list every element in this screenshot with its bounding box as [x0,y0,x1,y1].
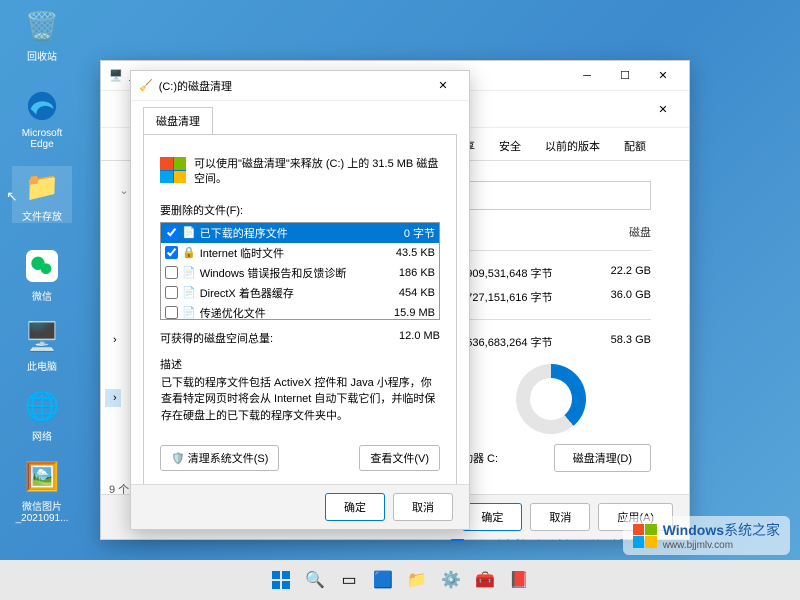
list-item[interactable]: 📄DirectX 着色器缓存454 KB [161,283,439,303]
file-list[interactable]: 📄已下载的程序文件0 字节 🔒Internet 临时文件43.5 KB 📄Win… [160,222,440,320]
tab-security[interactable]: 安全 [487,132,533,160]
desc-title: 描述 [160,356,440,372]
inner-close-button[interactable]: ✕ [645,97,681,121]
table-row: 38,727,151,616 字节36.0 GB [451,285,651,309]
sidebar-item[interactable]: › [105,331,121,349]
windows-logo-icon [160,157,186,183]
desktop-icon-wechat[interactable]: 微信 [12,246,72,303]
tab-previous[interactable]: 以前的版本 [533,132,612,160]
desktop-icon-folder[interactable]: 📁文件存放 [12,166,72,223]
dialog-title: 🧹(C:)的磁盘清理 [139,78,232,94]
maximize-button[interactable]: ☐ [607,64,643,88]
disk-cleanup-button[interactable]: 磁盘清理(D) [554,444,651,472]
gain-label: 可获得的磁盘空间总量: [160,330,273,346]
desktop-icon-image[interactable]: 🖼️微信图片_2021091... [12,456,72,524]
icon-label: 此电脑 [12,358,72,373]
search-icon[interactable]: 🔍 [301,566,329,594]
file-checkbox[interactable] [165,246,178,259]
cancel-button[interactable]: 取消 [530,503,590,531]
type-label: 磁盘 [451,224,651,240]
gain-value: 12.0 MB [399,330,440,346]
table-row: 62,636,683,264 字节58.3 GB [451,330,651,354]
app-icon[interactable]: 🧰 [471,566,499,594]
desktop-icon-edge[interactable]: Microsoft Edge [12,86,72,150]
tab-quota[interactable]: 配额 [612,132,658,160]
close-button[interactable]: ✕ [425,74,461,98]
ok-button[interactable]: 确定 [325,493,385,521]
cancel-button[interactable]: 取消 [393,493,453,521]
start-button[interactable] [267,566,295,594]
minimize-button[interactable]: ─ [569,64,605,88]
list-item[interactable]: 🔒Internet 临时文件43.5 KB [161,243,439,263]
table-row: 23,909,531,648 字节22.2 GB [451,261,651,285]
explorer-icon[interactable]: 📁 [403,566,431,594]
list-item[interactable]: 📄已下载的程序文件0 字节 [161,223,439,243]
hint-text: 可以使用"磁盘清理"来释放 (C:) 上的 31.5 MB 磁盘空间。 [194,157,440,188]
ok-button[interactable]: 确定 [462,503,522,531]
windows-logo-icon [633,524,657,548]
icon-label: Microsoft Edge [12,128,72,150]
icon-label: 微信 [12,288,72,303]
list-label: 要删除的文件(F): [160,202,440,218]
taskbar: 🔍 ▭ 🟦 📁 ⚙️ 🧰 📕 [0,560,800,600]
usage-donut-icon [516,364,586,434]
file-checkbox[interactable] [165,266,178,279]
icon-label: 网络 [12,428,72,443]
list-item[interactable]: 📄传递优化文件15.9 MB [161,303,439,320]
taskview-icon[interactable]: ▭ [335,566,363,594]
titlebar: 🧹(C:)的磁盘清理 ✕ [131,71,469,101]
volume-name-input[interactable] [451,181,651,210]
widgets-icon[interactable]: 🟦 [369,566,397,594]
list-item[interactable]: 📄Windows 错误报告和反馈诊断186 KB [161,263,439,283]
view-files-button[interactable]: 查看文件(V) [359,445,440,471]
sidebar-item[interactable]: › [105,389,121,407]
file-checkbox[interactable] [165,306,178,319]
icon-label: 回收站 [12,48,72,63]
watermark: Windows系统之家 www.bjjmlv.com [623,516,790,555]
file-checkbox[interactable] [165,226,178,239]
desktop-icon-network[interactable]: 🌐网络 [12,386,72,443]
tab-cleanup[interactable]: 磁盘清理 [143,107,213,134]
desktop-icon-recycle[interactable]: 🗑️回收站 [12,6,72,63]
close-button[interactable]: ✕ [645,64,681,88]
desktop-icon-thispc[interactable]: 🖥️此电脑 [12,316,72,373]
file-checkbox[interactable] [165,286,178,299]
clean-system-files-button[interactable]: 🛡️ 清理系统文件(S) [160,445,279,471]
disk-cleanup-dialog: 🧹(C:)的磁盘清理 ✕ 磁盘清理 可以使用"磁盘清理"来释放 (C:) 上的 … [130,70,470,530]
dialog-footer: 确定 取消 [131,484,469,529]
app-icon[interactable]: 📕 [505,566,533,594]
settings-icon[interactable]: ⚙️ [437,566,465,594]
icon-label: 文件存放 [12,208,72,223]
description-text: 已下载的程序文件包括 ActiveX 控件和 Java 小程序，你查看特定网页时… [160,372,440,428]
icon-label: 微信图片_2021091... [12,498,72,524]
